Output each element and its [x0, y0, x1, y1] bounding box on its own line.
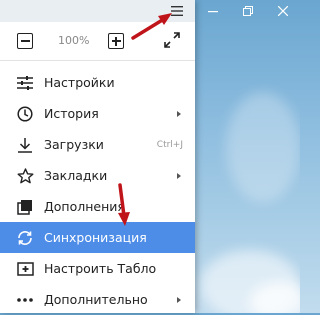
star-icon — [16, 167, 34, 185]
download-icon — [16, 136, 34, 154]
menu-item-label: Дополнения — [44, 199, 125, 214]
menu-button[interactable] — [169, 3, 185, 19]
menu-item-bookmarks[interactable]: Закладки — [0, 160, 195, 191]
menu-item-extensions[interactable]: Дополнения — [0, 191, 195, 222]
ellipsis-icon — [16, 291, 34, 309]
hamburger-icon — [171, 6, 183, 16]
sync-icon — [16, 229, 34, 247]
submenu-arrow-icon — [177, 172, 181, 179]
menu-item-label: Дополнительно — [44, 292, 148, 307]
menu-item-more[interactable]: Дополнительно — [0, 284, 195, 315]
menu-item-label: История — [44, 106, 99, 121]
menu-item-sync[interactable]: Синхронизация — [0, 222, 195, 253]
menu-item-label: Настроить Табло — [44, 261, 157, 276]
cloud — [226, 92, 300, 202]
zoom-level: 100% — [58, 34, 90, 47]
minus-box-icon — [20, 40, 30, 42]
minimize-button[interactable] — [195, 0, 230, 22]
submenu-arrow-icon — [177, 296, 181, 303]
restore-button[interactable] — [230, 0, 265, 22]
extensions-icon — [16, 198, 34, 216]
menu-item-tableau[interactable]: Настроить Табло — [0, 253, 195, 284]
submenu-arrow-icon — [177, 110, 181, 117]
menu-item-label: Загрузки — [44, 137, 104, 152]
menu-item-label: Синхронизация — [44, 230, 147, 245]
zoom-controls: 100% — [0, 22, 195, 61]
zoom-in-button[interactable] — [108, 33, 124, 49]
menu-header — [0, 0, 195, 22]
expand-arrows-icon[interactable] — [163, 31, 181, 49]
minimize-icon — [207, 11, 218, 13]
sliders-icon — [16, 74, 34, 92]
menu-item-label: Настройки — [44, 75, 115, 90]
zoom-out-button[interactable] — [17, 33, 33, 49]
browser-main-menu: 100% Настройки История Загрузки Ctrl+J З… — [0, 0, 195, 313]
menu-items: Настройки История Загрузки Ctrl+J Заклад… — [0, 67, 195, 315]
shortcut-hint: Ctrl+J — [156, 139, 183, 150]
menu-item-label: Закладки — [44, 168, 108, 183]
menu-item-history[interactable]: История — [0, 98, 195, 129]
window-controls — [195, 0, 300, 22]
close-icon — [277, 6, 288, 16]
restore-icon — [242, 6, 253, 16]
close-button[interactable] — [265, 0, 300, 22]
clock-icon — [16, 105, 34, 123]
add-tile-icon — [16, 260, 34, 278]
menu-item-settings[interactable]: Настройки — [0, 67, 195, 98]
menu-item-downloads[interactable]: Загрузки Ctrl+J — [0, 129, 195, 160]
